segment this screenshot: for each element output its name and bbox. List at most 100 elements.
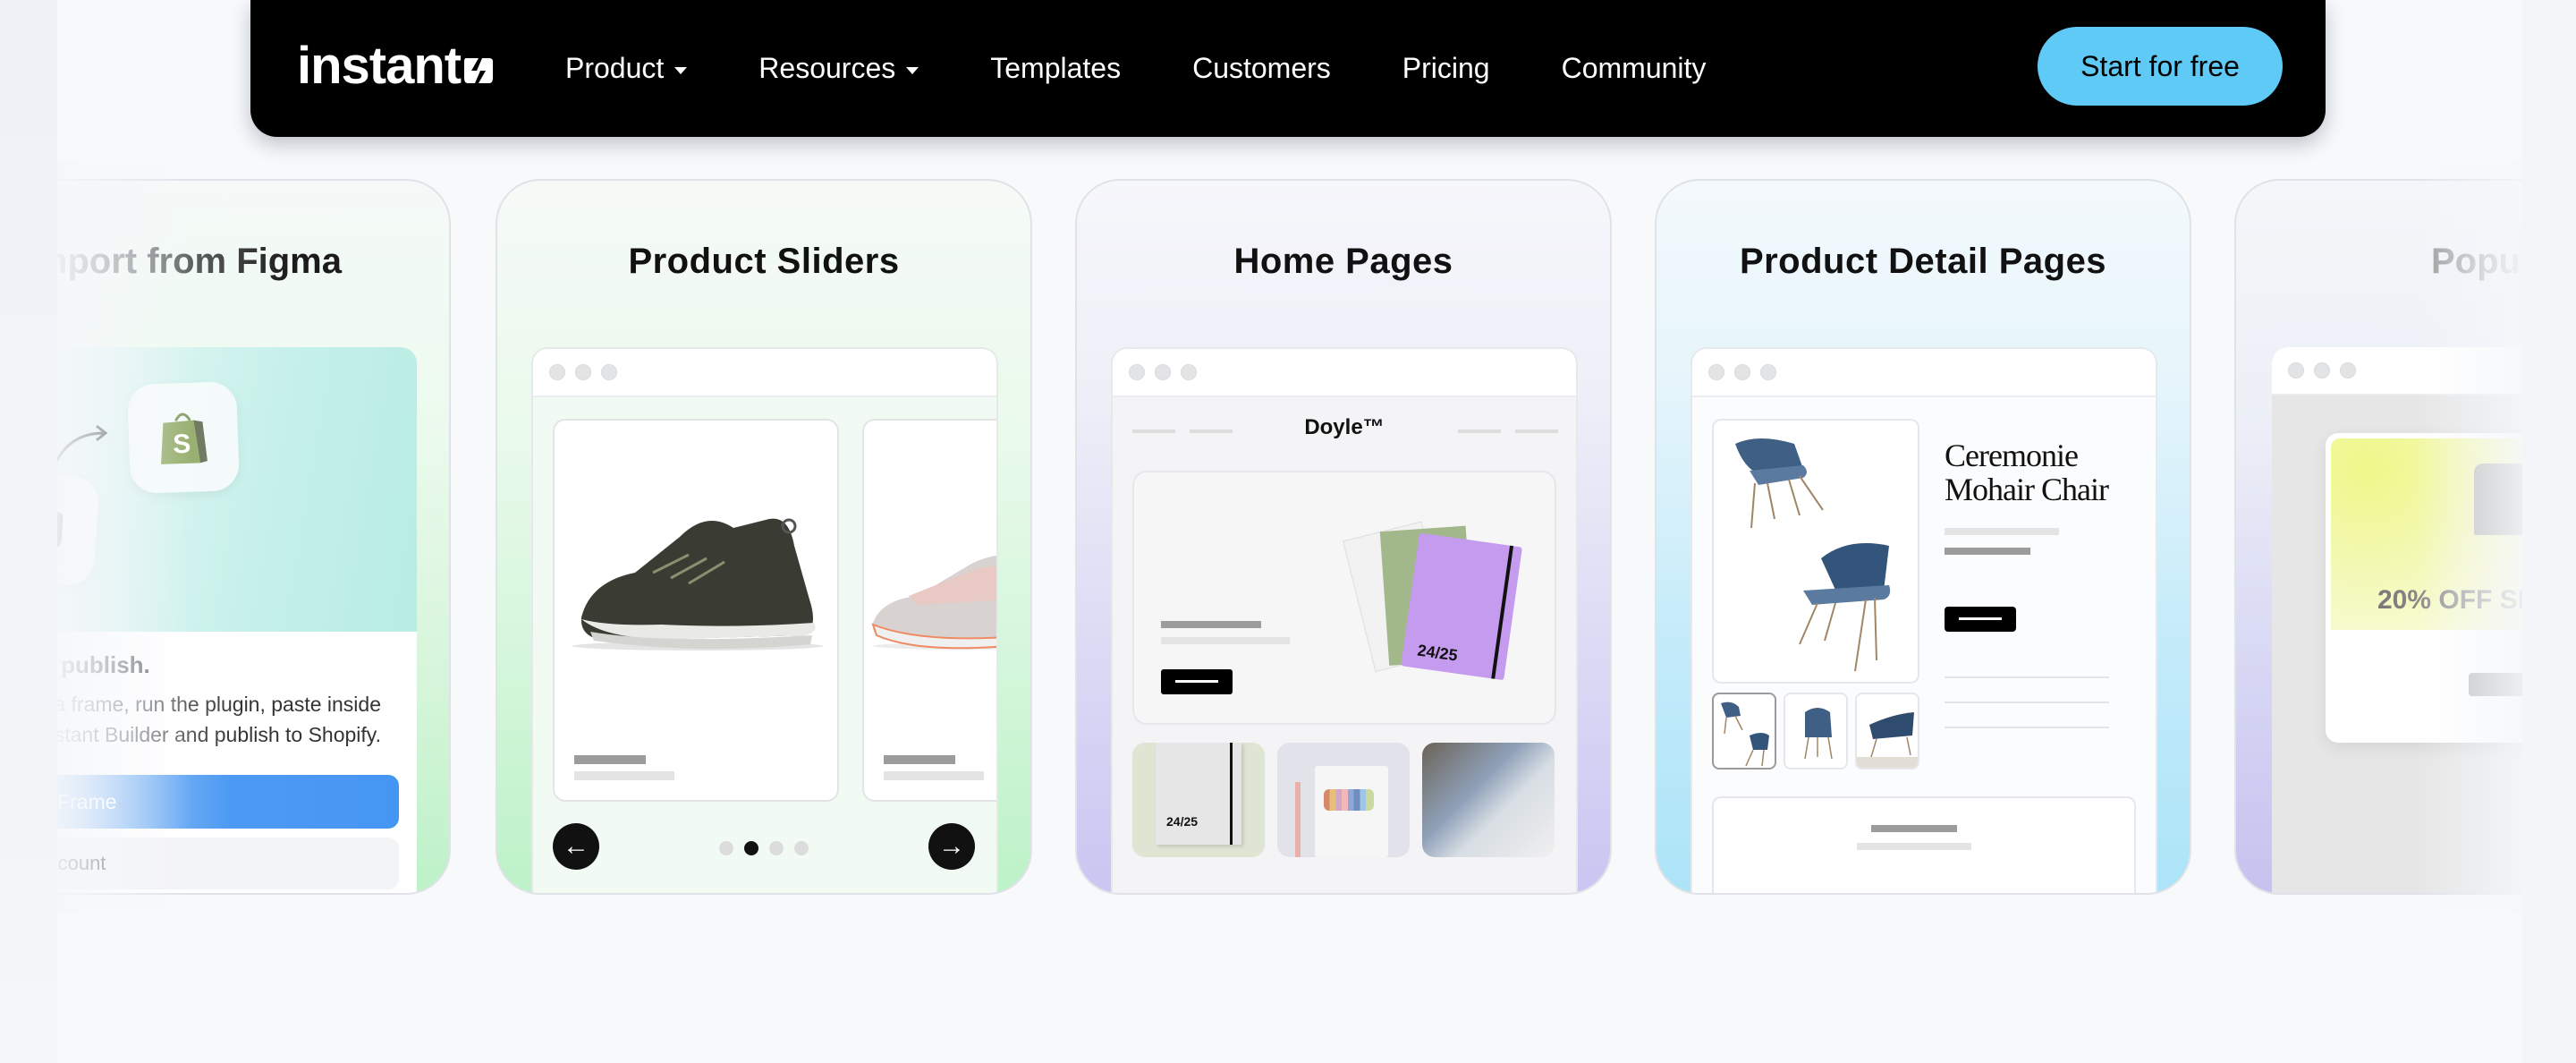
chairs-image: [1735, 438, 1891, 672]
arrow-curved-icon: [52, 424, 108, 468]
arrow-left-icon: ←: [563, 831, 589, 861]
window-dot: [2288, 362, 2304, 378]
create-account-button[interactable]: Create Account: [0, 838, 399, 889]
nav-resources[interactable]: Resources: [758, 52, 919, 85]
product-thumbnail[interactable]: [1784, 693, 1848, 770]
card-import-from-figma[interactable]: Import from Figma S publish. Copy a fram…: [0, 179, 451, 895]
window-dot: [575, 364, 591, 380]
product-slide[interactable]: [553, 419, 839, 802]
price-placeholder: [1945, 528, 2059, 535]
shopify-bag-icon: S: [161, 412, 208, 464]
nav-templates-label: Templates: [990, 52, 1122, 84]
pager-dot[interactable]: [769, 841, 784, 855]
browser-toolbar: [1113, 349, 1576, 397]
accordion-divider: [1945, 676, 2109, 678]
card-title: Import from Figma: [0, 242, 449, 282]
hero-subtitle-placeholder: [1161, 637, 1290, 644]
shopify-app-icon: S: [126, 380, 241, 495]
accordion-divider: [1945, 727, 2109, 728]
caret-down-icon: [906, 66, 919, 74]
card-product-sliders[interactable]: Product Sliders ← →: [496, 179, 1032, 895]
nav-templates[interactable]: Templates: [990, 52, 1121, 85]
chair-thumb-image: [1857, 712, 1918, 768]
hero-section: 24/25: [1132, 471, 1556, 725]
nav-pricing[interactable]: Pricing: [1402, 52, 1490, 85]
nav-product-label: Product: [565, 52, 665, 84]
card-home-pages[interactable]: Home Pages Doyle™ 24/25 24/25: [1075, 179, 1612, 895]
notebooks-image: 24/25: [1343, 521, 1522, 680]
logo-text: instant: [297, 37, 462, 95]
window-dot: [1181, 364, 1197, 380]
product-price-placeholder: [574, 771, 674, 780]
browser-mockup: ← →: [531, 347, 998, 893]
pager-dot-active[interactable]: [744, 841, 758, 855]
page-left-gutter: [0, 0, 57, 1063]
nav-pricing-label: Pricing: [1402, 52, 1490, 84]
product-name-line-2: Mohair Chair: [1945, 472, 2109, 507]
nav-links: Product Resources Templates Customers Pr…: [565, 0, 1777, 137]
plugin-illustration: S: [0, 347, 417, 632]
copy-frame-button[interactable]: Copy Frame: [0, 775, 399, 829]
card-title: Product Detail Pages: [1739, 242, 2107, 281]
product-price-placeholder: [884, 771, 984, 780]
arrow-right-icon: →: [938, 831, 965, 861]
pencil: [1295, 782, 1301, 857]
doyle-brand-logo: Doyle™: [1304, 415, 1385, 439]
section-subtitle-placeholder: [1857, 843, 1971, 850]
top-navigation: instant Product Resources Templates Cust…: [250, 0, 2326, 137]
nav-customers[interactable]: Customers: [1192, 52, 1331, 85]
nav-product[interactable]: Product: [565, 52, 688, 85]
browser-toolbar: [533, 349, 996, 397]
colored-pencils: [1324, 789, 1374, 811]
section-title-placeholder: [1871, 825, 1957, 832]
card-title: Product Sliders: [628, 242, 900, 281]
nav-placeholder: [1458, 429, 1501, 433]
card-title: Home Pages: [1233, 242, 1453, 281]
window-dot: [1708, 364, 1724, 380]
add-to-cart-button[interactable]: [1945, 607, 2016, 632]
slider-pagination: [719, 841, 809, 855]
chair-thumb-image: [1721, 702, 1769, 767]
browser-toolbar: [1692, 349, 2156, 397]
window-dot: [1734, 364, 1750, 380]
reviews-section: [1712, 796, 2136, 893]
window-dot: [1129, 364, 1145, 380]
card-product-detail-pages[interactable]: Product Detail Pages Ceremonie Mohair Ch…: [1655, 179, 2191, 895]
product-thumbnail-selected[interactable]: [1712, 693, 1776, 770]
nav-customers-label: Customers: [1192, 52, 1331, 84]
pencil-box: [1315, 766, 1388, 857]
start-for-free-button[interactable]: Start for free: [2038, 27, 2283, 106]
browser-mockup: Doyle™ 24/25 24/25: [1111, 347, 1578, 893]
product-jar-image: [2474, 463, 2528, 535]
figma-heading: Copy, paste and publish.: [0, 651, 417, 679]
window-dot: [2340, 362, 2356, 378]
nav-community[interactable]: Community: [1562, 52, 1707, 85]
page-right-gutter: [2522, 0, 2576, 1063]
accordion-divider: [1945, 702, 2109, 703]
product-slide[interactable]: [862, 419, 996, 802]
window-dot: [2314, 362, 2330, 378]
hero-cta-button[interactable]: [1161, 669, 1233, 694]
product-name: Ceremonie Mohair Chair: [1945, 438, 2109, 507]
hero-title-placeholder: [1161, 621, 1261, 628]
pager-dot[interactable]: [794, 841, 809, 855]
product-title-placeholder: [884, 755, 955, 764]
writing-hand-thumbnail[interactable]: [1422, 743, 1555, 857]
thumb-label: 24/25: [1166, 814, 1199, 829]
product-main-image[interactable]: [1712, 419, 1919, 684]
slider-next-button[interactable]: →: [928, 823, 975, 870]
product-name-line-1: Ceremonie: [1945, 438, 2079, 473]
pencils-thumbnail[interactable]: [1277, 743, 1410, 857]
window-dot: [601, 364, 617, 380]
figma-plugin-panel: S Copy, paste and publish. Copy a frame,…: [0, 347, 417, 893]
notebook-thumbnail[interactable]: 24/25: [1132, 743, 1265, 857]
nav-community-label: Community: [1561, 52, 1707, 84]
slider-prev-button[interactable]: ←: [553, 823, 599, 870]
window-dot: [1155, 364, 1171, 380]
pager-dot[interactable]: [719, 841, 733, 855]
instant-logo[interactable]: instant: [297, 36, 495, 96]
chair-thumb-image: [1804, 708, 1833, 760]
product-thumbnail[interactable]: [1855, 693, 1919, 770]
pink-sneaker-image: [871, 555, 996, 650]
window-dot: [1760, 364, 1776, 380]
